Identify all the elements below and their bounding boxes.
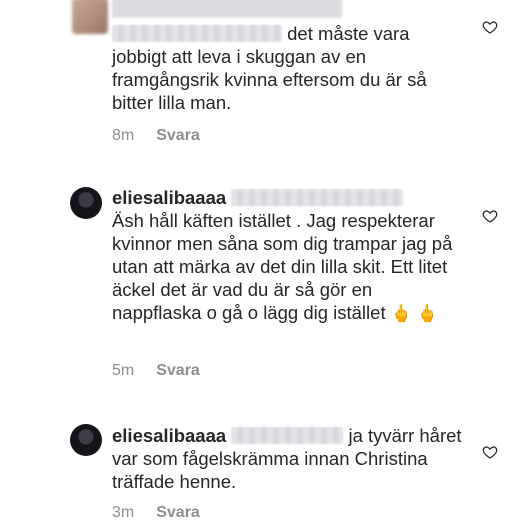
reply-button[interactable]: Svara bbox=[156, 504, 200, 521]
comment-username[interactable]: eliesalibaaaa bbox=[112, 425, 226, 446]
comment-meta: 3m Svara bbox=[112, 504, 200, 522]
comment-meta: 8m Svara bbox=[112, 127, 200, 145]
comment-item: eliesalibaaaa ja tyvärr håret var som få… bbox=[0, 416, 522, 526]
heart-icon[interactable] bbox=[482, 444, 498, 460]
comment-time: 3m bbox=[112, 504, 135, 521]
mention-blurred[interactable] bbox=[112, 25, 282, 42]
mention-blurred[interactable] bbox=[231, 427, 344, 444]
comment-text: det måste vara jobbigt att leva i skugga… bbox=[112, 23, 427, 113]
comment-text: eliesalibaaaa Äsh håll käften istället .… bbox=[112, 187, 453, 323]
comment-time: 5m bbox=[112, 362, 135, 379]
comment-time: 8m bbox=[112, 127, 135, 144]
mention-blurred[interactable] bbox=[231, 189, 404, 206]
comment-text: eliesalibaaaa ja tyvärr håret var som få… bbox=[112, 425, 462, 492]
avatar[interactable] bbox=[70, 187, 102, 219]
comment-username-blurred bbox=[112, 0, 342, 18]
comment-item: eliesalibaaaa Äsh håll käften istället .… bbox=[0, 170, 522, 390]
emoji: 🖕 🖕 bbox=[390, 304, 438, 323]
reply-button[interactable]: Svara bbox=[156, 362, 200, 379]
comment-username[interactable]: eliesalibaaaa bbox=[112, 187, 226, 208]
comment-item: det måste vara jobbigt att leva i skugga… bbox=[0, 0, 522, 160]
heart-icon[interactable] bbox=[482, 208, 498, 224]
avatar[interactable] bbox=[72, 0, 108, 34]
comment-meta: 5m Svara bbox=[112, 362, 200, 380]
reply-button[interactable]: Svara bbox=[156, 127, 200, 144]
avatar[interactable] bbox=[70, 424, 102, 456]
heart-icon[interactable] bbox=[482, 19, 498, 35]
